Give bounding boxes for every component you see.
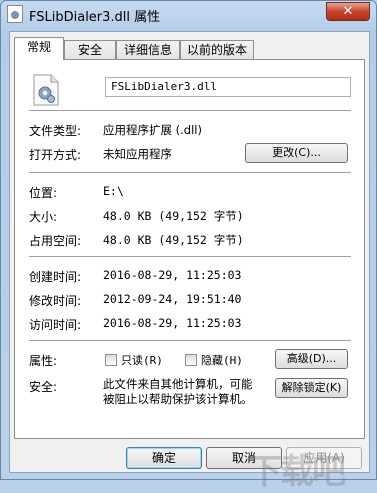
hidden-checkbox[interactable] [185, 354, 197, 366]
window-title: FSLibDialer3.dll 属性 [29, 10, 161, 25]
tab-details[interactable]: 详细信息 [116, 40, 180, 59]
ok-button[interactable]: 确定 [126, 447, 202, 469]
dll-file-icon [7, 5, 23, 23]
change-button[interactable]: 更改(C)... [245, 143, 348, 163]
close-button[interactable]: ✕ [326, 2, 370, 21]
opens-with-value: 未知应用程序 [103, 147, 172, 161]
security-text-line-2: 被阻止以帮助保护该计算机。 [103, 392, 253, 406]
location-label: 位置: [29, 186, 58, 200]
size-value: 48.0 KB (49,152 字节) [103, 209, 244, 223]
size-on-disk-value: 48.0 KB (49,152 字节) [103, 233, 244, 247]
tab-previous-versions[interactable]: 以前的版本 [180, 40, 254, 59]
file-name-field[interactable]: FSLibDialer3.dll [105, 77, 351, 97]
divider [29, 110, 351, 112]
opens-with-label: 打开方式: [29, 148, 82, 162]
size-label: 大小: [29, 210, 58, 224]
security-text-line-1: 此文件来自其他计算机，可能 [103, 377, 253, 391]
properties-window: FSLibDialer3.dll 属性 ✕ 常规 安全 详细信息 以前的版本 F… [0, 0, 377, 492]
attributes-label: 属性: [29, 354, 58, 368]
hidden-label[interactable]: 隐藏(H) [201, 352, 243, 368]
title-bar[interactable]: FSLibDialer3.dll 属性 ✕ [1, 1, 376, 29]
dialog-body: 常规 安全 详细信息 以前的版本 FSLibDialer3.dll 文件类型: … [9, 31, 370, 492]
created-value: 2016-08-29, 11:25:03 [103, 268, 242, 282]
divider [29, 340, 351, 342]
modified-value: 2012-09-24, 19:51:40 [103, 292, 242, 306]
dll-gear-icon [33, 74, 59, 106]
divider [29, 172, 351, 174]
size-on-disk-label: 占用空间: [29, 234, 82, 248]
general-panel: FSLibDialer3.dll 文件类型: 应用程序扩展 (.dll) 打开方… [14, 59, 365, 439]
accessed-label: 访问时间: [29, 318, 82, 332]
watermark-logo: 下载吧 [248, 452, 346, 492]
readonly-checkbox[interactable] [105, 354, 117, 366]
unblock-button[interactable]: 解除锁定(K) [275, 378, 348, 398]
created-label: 创建时间: [29, 270, 82, 284]
readonly-label[interactable]: 只读(R) [121, 352, 163, 368]
file-type-value: 应用程序扩展 (.dll) [103, 123, 202, 137]
security-label: 安全: [29, 380, 58, 394]
location-value: E:\ [103, 184, 124, 198]
advanced-button[interactable]: 高级(D)... [275, 349, 348, 369]
modified-label: 修改时间: [29, 294, 82, 308]
accessed-value: 2016-08-29, 11:25:03 [103, 316, 242, 330]
file-type-label: 文件类型: [29, 124, 82, 138]
divider [29, 256, 351, 258]
tab-general[interactable]: 常规 [14, 37, 64, 60]
tab-security[interactable]: 安全 [64, 40, 116, 59]
